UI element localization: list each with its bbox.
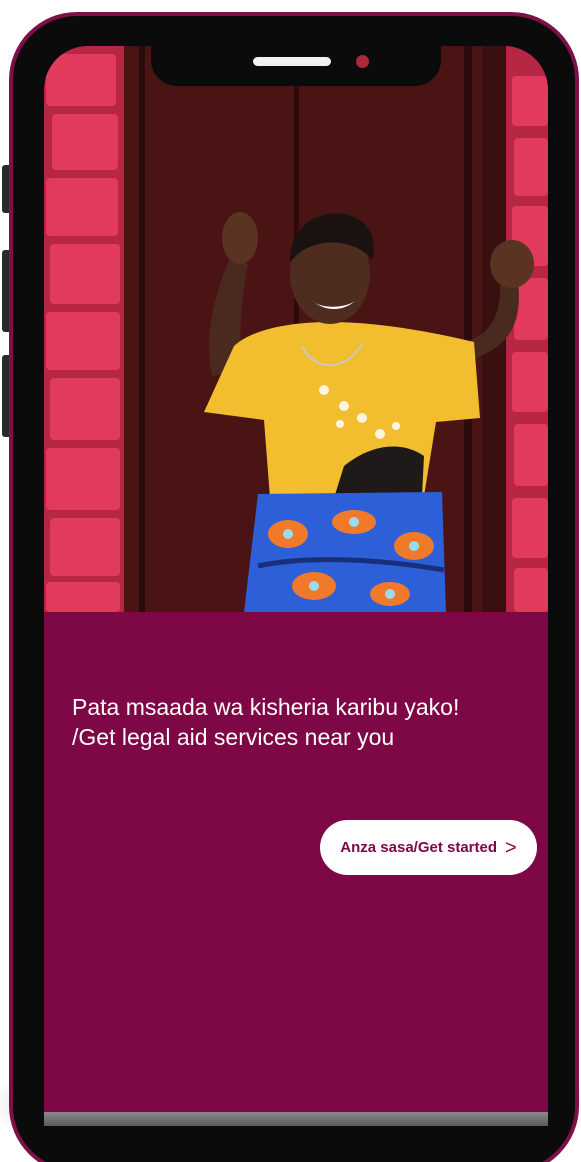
speaker-grille xyxy=(253,57,331,66)
app-screen: Pata msaada wa kisheria karibu yako! /Ge… xyxy=(44,46,548,1126)
chevron-right-icon: > xyxy=(505,836,517,859)
device-mockup: Pata msaada wa kisheria karibu yako! /Ge… xyxy=(0,0,581,1162)
phone-bezel: Pata msaada wa kisheria karibu yako! /Ge… xyxy=(13,16,575,1162)
headline-english: /Get legal aid services near you xyxy=(72,724,395,750)
notch xyxy=(151,46,441,86)
get-started-label: Anza sasa/Get started xyxy=(340,839,498,856)
front-camera xyxy=(356,55,369,68)
home-indicator-strip xyxy=(44,1112,548,1126)
hero-image xyxy=(44,46,548,612)
headline-swahili: Pata msaada wa kisheria karibu yako! xyxy=(72,694,460,720)
onboarding-panel: Pata msaada wa kisheria karibu yako! /Ge… xyxy=(44,612,548,1126)
phone-frame: Pata msaada wa kisheria karibu yako! /Ge… xyxy=(9,12,579,1162)
headline: Pata msaada wa kisheria karibu yako! /Ge… xyxy=(72,692,532,752)
get-started-button[interactable]: Anza sasa/Get started > xyxy=(320,820,537,875)
hero-photo-illustration xyxy=(44,46,548,612)
